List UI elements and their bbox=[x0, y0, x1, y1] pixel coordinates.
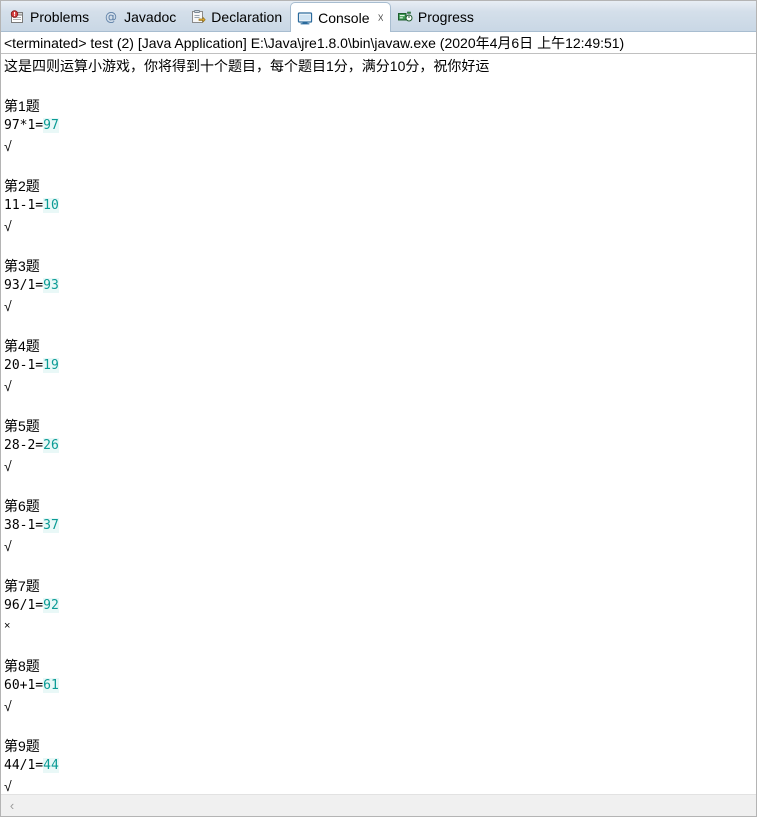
svg-text:@: @ bbox=[105, 10, 117, 24]
expr-text: 60+1= bbox=[4, 678, 44, 693]
horizontal-scrollbar[interactable]: ‹ bbox=[1, 794, 756, 816]
result-mark: √ bbox=[4, 218, 12, 234]
question-title: 第2题 bbox=[4, 178, 40, 194]
question-expression: 60+1=61 bbox=[4, 676, 755, 696]
answer-value: 44 bbox=[43, 758, 59, 773]
result-mark: √ bbox=[4, 778, 12, 794]
close-icon[interactable]: ☓ bbox=[378, 12, 384, 24]
answer-value: 10 bbox=[43, 198, 59, 213]
expr-text: 11-1= bbox=[4, 198, 44, 213]
answer-value: 93 bbox=[43, 278, 59, 293]
question-title: 第8题 bbox=[4, 658, 40, 674]
tab-problems[interactable]: Problems bbox=[3, 2, 97, 31]
expr-text: 44/1= bbox=[4, 758, 44, 773]
question-expression: 20-1=19 bbox=[4, 356, 755, 376]
question-expression: 97*1=97 bbox=[4, 116, 755, 136]
question-title: 第4题 bbox=[4, 338, 40, 354]
progress-icon bbox=[397, 9, 413, 25]
answer-value: 26 bbox=[43, 438, 59, 453]
question-expression: 96/1=92 bbox=[4, 596, 755, 616]
expr-text: 20-1= bbox=[4, 358, 44, 373]
tab-label: Progress bbox=[417, 8, 474, 25]
eclipse-console-view: Problems @ Javadoc Declaration Console ☓… bbox=[0, 0, 757, 817]
problems-icon bbox=[9, 9, 25, 25]
question-title: 第7题 bbox=[4, 578, 40, 594]
tab-label: Problems bbox=[30, 8, 90, 25]
result-mark: √ bbox=[4, 378, 12, 394]
result-mark: √ bbox=[4, 538, 12, 554]
expr-text: 97*1= bbox=[4, 118, 44, 133]
question-title: 第9题 bbox=[4, 738, 40, 754]
tab-label: Declaration bbox=[211, 8, 283, 25]
scroll-left-icon[interactable]: ‹ bbox=[1, 795, 23, 816]
tab-label: Console bbox=[318, 9, 370, 26]
declaration-icon bbox=[190, 9, 206, 25]
scrollbar-track[interactable] bbox=[23, 795, 756, 816]
question-expression: 28-2=26 bbox=[4, 436, 755, 456]
question-expression: 11-1=10 bbox=[4, 196, 755, 216]
result-mark: √ bbox=[4, 298, 12, 314]
expr-text: 38-1= bbox=[4, 518, 44, 533]
answer-value: 19 bbox=[43, 358, 59, 373]
question-title: 第5题 bbox=[4, 418, 40, 434]
result-mark: × bbox=[4, 620, 11, 632]
console-icon bbox=[297, 10, 313, 26]
question-title: 第6题 bbox=[4, 498, 40, 514]
question-title: 第3题 bbox=[4, 258, 40, 274]
answer-value: 97 bbox=[43, 118, 59, 133]
javadoc-icon: @ bbox=[103, 9, 119, 25]
console-output[interactable]: 这是四则运算小游戏，你将得到十个题目，每个题目1分，满分10分，祝你好运 第1题… bbox=[1, 54, 756, 794]
question-expression: 44/1=44 bbox=[4, 756, 755, 776]
console-intro-line: 这是四则运算小游戏，你将得到十个题目，每个题目1分，满分10分，祝你好运 bbox=[4, 58, 490, 74]
result-mark: √ bbox=[4, 458, 12, 474]
question-expression: 38-1=37 bbox=[4, 516, 755, 536]
expr-text: 96/1= bbox=[4, 598, 44, 613]
answer-value: 92 bbox=[43, 598, 59, 613]
result-mark: √ bbox=[4, 138, 12, 154]
answer-value: 61 bbox=[43, 678, 59, 693]
tab-progress[interactable]: Progress bbox=[391, 2, 482, 31]
expr-text: 28-2= bbox=[4, 438, 44, 453]
result-mark: √ bbox=[4, 698, 12, 714]
tab-declaration[interactable]: Declaration bbox=[184, 2, 290, 31]
question-title: 第1题 bbox=[4, 98, 40, 114]
expr-text: 93/1= bbox=[4, 278, 44, 293]
tab-console[interactable]: Console ☓ bbox=[290, 2, 391, 32]
view-tab-bar: Problems @ Javadoc Declaration Console ☓… bbox=[1, 1, 756, 32]
question-expression: 93/1=93 bbox=[4, 276, 755, 296]
tab-javadoc[interactable]: @ Javadoc bbox=[97, 2, 184, 31]
tab-label: Javadoc bbox=[124, 8, 177, 25]
console-launch-line: <terminated> test (2) [Java Application]… bbox=[1, 32, 756, 54]
answer-value: 37 bbox=[43, 518, 59, 533]
